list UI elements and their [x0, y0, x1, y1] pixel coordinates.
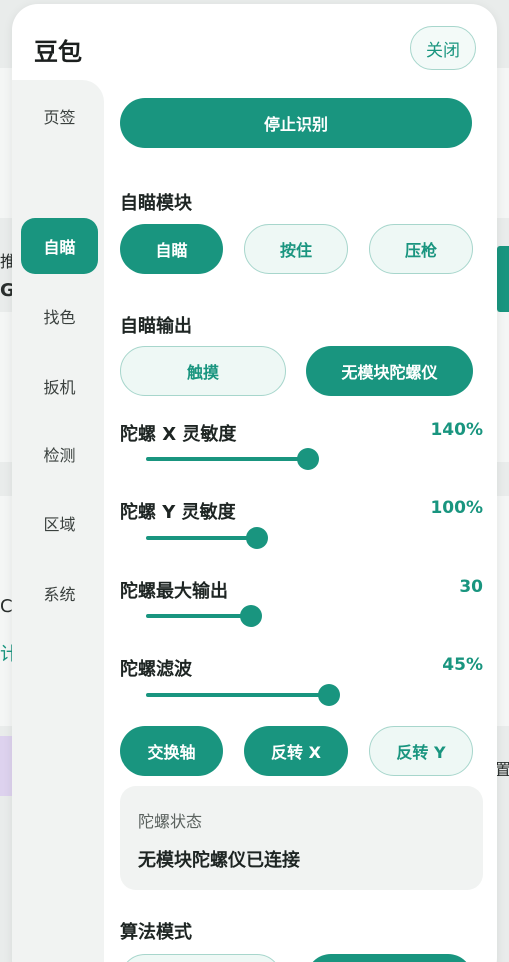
gyro-y-sensitivity-label: 陀螺 Y 灵敏度 — [120, 502, 236, 523]
app-title: 豆包 — [34, 38, 82, 66]
algorithm-mode-label: 算法模式 — [120, 922, 192, 943]
background-accent — [497, 246, 509, 312]
gyro-y-sensitivity-handle[interactable] — [246, 527, 268, 549]
gyro-status-title: 陀螺状态 — [138, 812, 203, 831]
gyro-status-text: 无模块陀螺仪已连接 — [138, 850, 300, 871]
gyro-filter-value: 45% — [442, 655, 483, 675]
aim-module-hold-button[interactable]: 按住 — [244, 224, 348, 274]
sidebar-item-color[interactable]: 找色 — [21, 288, 98, 344]
background-text: C — [0, 596, 13, 617]
gyro-max-output-value: 30 — [459, 577, 483, 597]
algorithm-option-button[interactable] — [306, 954, 473, 962]
gyro-x-sensitivity-label: 陀螺 X 灵敏度 — [120, 424, 237, 445]
sidebar-item-region[interactable]: 区域 — [21, 495, 98, 551]
output-gyro-button[interactable]: 无模块陀螺仪 — [306, 346, 473, 396]
overlay-panel: 豆包 关闭 页签 自瞄 找色 扳机 检测 区域 系统 停止识别 自瞄模块 自瞄 … — [12, 4, 497, 962]
gyro-y-sensitivity-value: 100% — [430, 498, 483, 518]
sidebar-item-aim[interactable]: 自瞄 — [21, 218, 98, 274]
gyro-filter-label: 陀螺滤波 — [120, 659, 192, 680]
sidebar: 页签 自瞄 找色 扳机 检测 区域 系统 — [12, 80, 104, 962]
algorithm-option-button[interactable] — [120, 954, 282, 962]
stop-recognition-button[interactable]: 停止识别 — [120, 98, 472, 148]
output-touch-button[interactable]: 触摸 — [120, 346, 286, 396]
aim-module-recoil-button[interactable]: 压枪 — [369, 224, 473, 274]
gyro-max-output-label: 陀螺最大输出 — [120, 581, 228, 602]
swap-axis-button[interactable]: 交换轴 — [120, 726, 223, 776]
aim-module-aim-button[interactable]: 自瞄 — [120, 224, 223, 274]
background-text: 置 — [495, 760, 509, 779]
gyro-max-output-handle[interactable] — [240, 605, 262, 627]
aim-module-label: 自瞄模块 — [120, 193, 192, 214]
invert-y-button[interactable]: 反转 Y — [369, 726, 473, 776]
invert-x-button[interactable]: 反转 X — [244, 726, 348, 776]
gyro-x-sensitivity-handle[interactable] — [297, 448, 319, 470]
gyro-max-output-track[interactable] — [146, 614, 251, 618]
gyro-filter-handle[interactable] — [318, 684, 340, 706]
gyro-filter-track[interactable] — [146, 693, 329, 697]
sidebar-item-detect[interactable]: 检测 — [21, 426, 98, 482]
gyro-x-sensitivity-track[interactable] — [146, 457, 308, 461]
gyro-x-sensitivity-value: 140% — [430, 420, 483, 440]
aim-output-label: 自瞄输出 — [120, 316, 192, 337]
sidebar-item-trigger[interactable]: 扳机 — [21, 358, 98, 414]
gyro-y-sensitivity-track[interactable] — [146, 536, 257, 540]
sidebar-item-system[interactable]: 系统 — [21, 565, 98, 621]
sidebar-item-tabs[interactable]: 页签 — [21, 88, 98, 144]
gyro-status-card: 陀螺状态 无模块陀螺仪已连接 — [120, 786, 483, 890]
settings-content: 停止识别 自瞄模块 自瞄 按住 压枪 自瞄输出 触摸 无模块陀螺仪 陀螺 X 灵… — [120, 4, 483, 962]
